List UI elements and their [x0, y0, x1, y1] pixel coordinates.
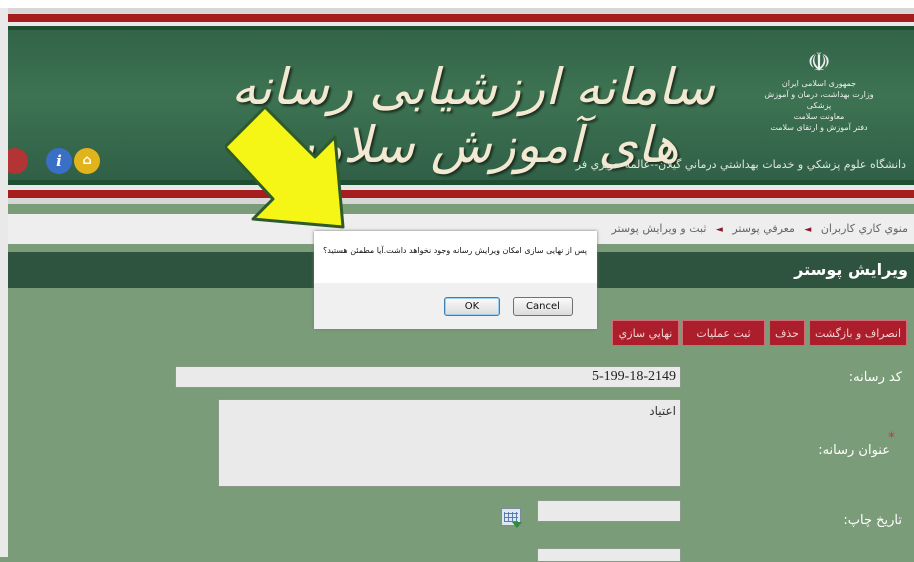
header-stripe [8, 14, 914, 22]
media-code-field[interactable]: 5-199-18-2149 [175, 366, 681, 388]
ok-button[interactable]: OK [444, 297, 500, 316]
iran-emblem-logo: ☫ جمهوری اسلامی ایران وزارت بهداشت، درما… [764, 48, 874, 133]
next-field[interactable] [537, 548, 681, 562]
print-date-field[interactable] [537, 500, 681, 522]
page-title: ويرايش پوستر [794, 260, 908, 279]
site-header: سامانه ارزشیابی رسانه های آموزش سلامت ☫ … [8, 8, 914, 204]
breadcrumb-item-poster-intro[interactable]: معرفي پوستر [732, 222, 795, 235]
header-stripe [8, 26, 914, 30]
media-code-label: كد رسانه: [848, 370, 902, 385]
annotation-arrow-icon [225, 105, 345, 229]
university-subtitle: دانشگاه علوم پزشكي و خدمات بهداشتي درمان… [575, 158, 906, 171]
emblem-text: وزارت بهداشت، درمان و آموزش پزشکی [764, 90, 874, 110]
dialog-message: پس از نهایی سازی امکان ویرایش رسانه وجود… [323, 246, 587, 255]
calendar-icon[interactable] [501, 508, 522, 528]
header-stripe [8, 198, 914, 204]
media-title-label: عنوان رسانه: [818, 443, 890, 458]
header-stripe [8, 190, 914, 198]
emblem-icon: ☫ [807, 48, 831, 78]
cancel-button[interactable]: Cancel [513, 297, 573, 316]
finalize-button[interactable]: نهايي سازي [612, 320, 679, 346]
emblem-text: معاونت سلامت [793, 112, 845, 121]
window-top-edge [0, 0, 914, 8]
emblem-text: جمهوری اسلامی ایران [781, 79, 857, 88]
emblem-text: دفتر آموزش و ارتقای سلامت [770, 123, 868, 132]
cancel-return-button[interactable]: انصراف و بازگشت [809, 320, 907, 346]
breadcrumb-item-user-menu[interactable]: منوي كاري كاربران [821, 222, 908, 235]
window-left-edge [0, 0, 8, 557]
info-icon[interactable]: i [46, 148, 72, 174]
home-icon[interactable]: ⌂ [74, 148, 100, 174]
breadcrumb: منوي كاري كاربران ◄ معرفي پوستر ◄ ثبت و … [612, 222, 909, 235]
help-icon[interactable] [8, 148, 28, 174]
breadcrumb-separator-icon: ◄ [715, 225, 723, 235]
confirm-dialog: پس از نهایی سازی امکان ویرایش رسانه وجود… [314, 231, 597, 329]
breadcrumb-separator-icon: ◄ [804, 225, 812, 235]
register-operations-button[interactable]: ثبت عمليات [682, 320, 765, 346]
breadcrumb-item-register-edit[interactable]: ثبت و ويرايش پوستر [612, 222, 707, 235]
delete-button[interactable]: حذف [769, 320, 805, 346]
media-title-textarea[interactable]: اعتياد [218, 399, 681, 487]
print-date-label: تاريخ چاپ: [843, 513, 902, 528]
